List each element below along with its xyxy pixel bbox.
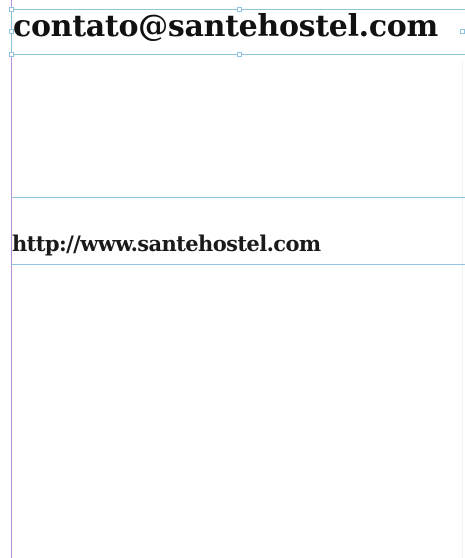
website-url-text[interactable]: http://www.santehostel.com <box>12 228 321 260</box>
column-edge-guide <box>462 60 463 558</box>
document-canvas[interactable]: contato@santehostel.com http://www.sante… <box>0 0 465 558</box>
url-frame-top-edge <box>11 197 465 198</box>
frame-handle-bottom-left[interactable] <box>9 52 14 57</box>
email-address-text[interactable]: contato@santehostel.com <box>13 7 438 47</box>
frame-handle-middle-right[interactable] <box>460 29 465 34</box>
frame-handle-bottom-middle[interactable] <box>237 52 242 57</box>
url-frame-bottom-edge <box>11 264 465 265</box>
left-margin-guide <box>11 0 12 558</box>
